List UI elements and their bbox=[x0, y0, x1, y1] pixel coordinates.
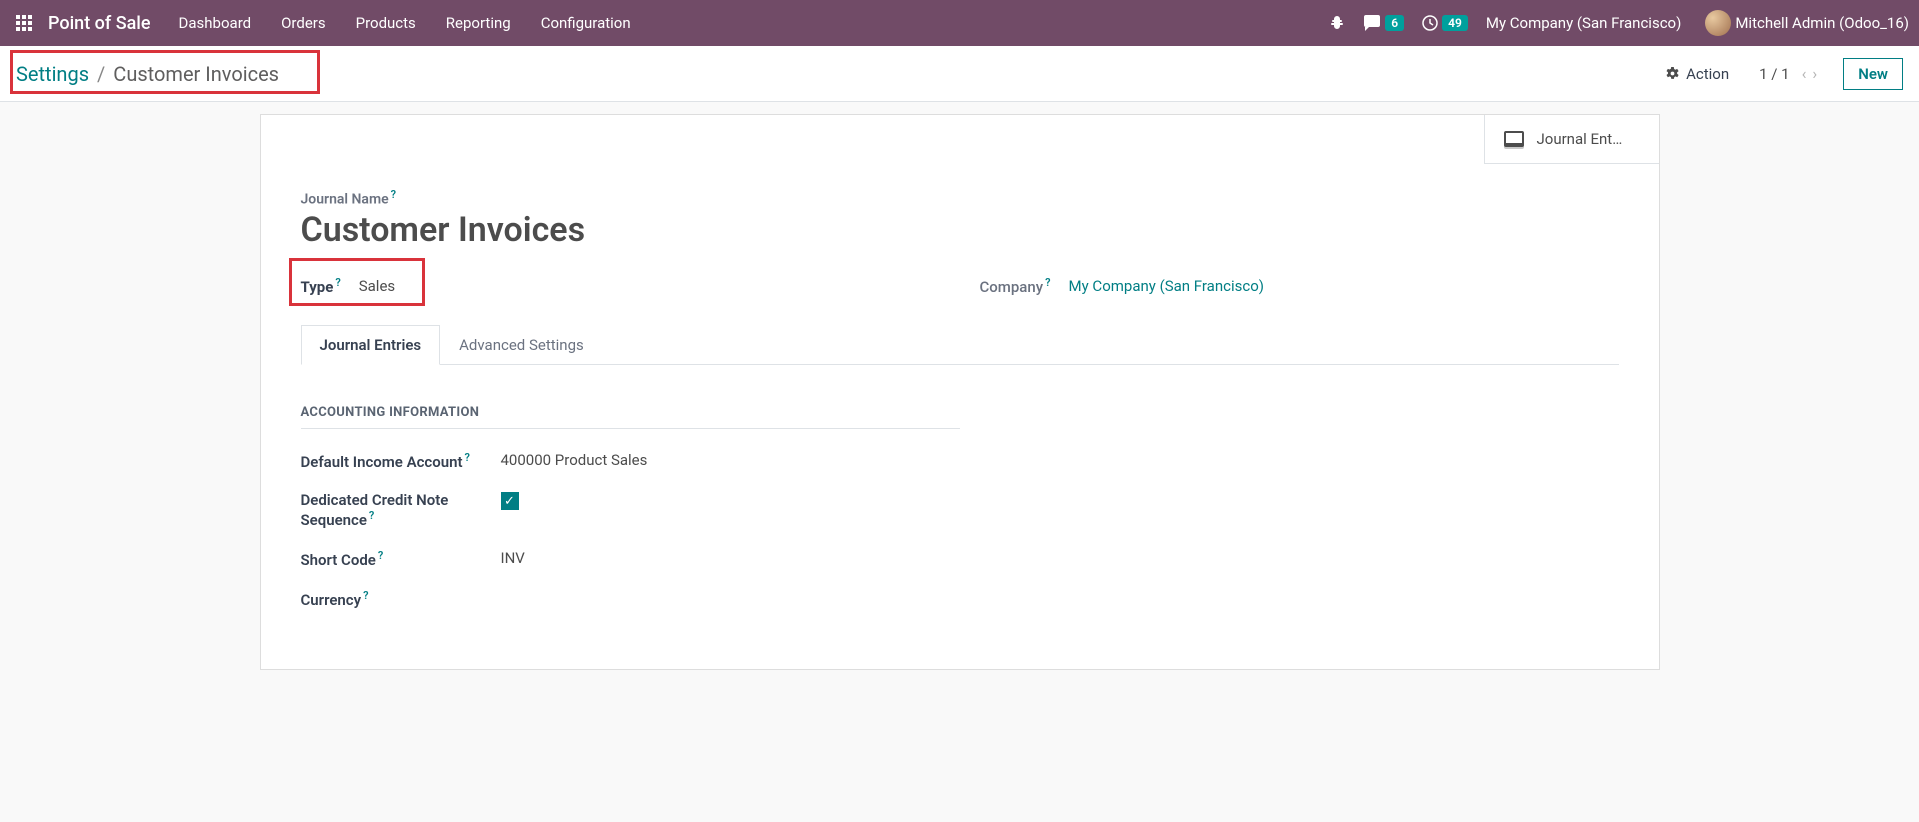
menu-orders[interactable]: Orders bbox=[281, 14, 326, 32]
menu-reporting[interactable]: Reporting bbox=[446, 14, 511, 32]
currency-row: Currency? bbox=[301, 589, 960, 609]
tab-journal-entries[interactable]: Journal Entries bbox=[301, 325, 441, 365]
help-icon[interactable]: ? bbox=[389, 188, 396, 201]
stat-button-label: Journal Ent… bbox=[1537, 130, 1623, 148]
activities-button[interactable]: 49 bbox=[1422, 15, 1468, 31]
pager-next[interactable]: › bbox=[1810, 64, 1819, 83]
company-value[interactable]: My Company (San Francisco) bbox=[1069, 277, 1264, 295]
pager-prev[interactable]: ‹ bbox=[1800, 64, 1809, 83]
default-income-label: Default Income Account? bbox=[301, 451, 501, 471]
gear-icon bbox=[1665, 66, 1680, 81]
sheet-header: Journal Ent… bbox=[261, 115, 1659, 164]
type-label: Type? bbox=[301, 276, 341, 296]
help-icon[interactable]: ? bbox=[361, 589, 368, 602]
default-income-account-row: Default Income Account? 400000 Product S… bbox=[301, 451, 960, 471]
form-sheet: Journal Ent… Journal Name? Customer Invo… bbox=[260, 114, 1660, 670]
dedicated-credit-row: Dedicated Credit Note Sequence? ✓ bbox=[301, 491, 960, 529]
app-brand[interactable]: Point of Sale bbox=[48, 13, 151, 34]
short-code-label: Short Code? bbox=[301, 549, 501, 569]
dedicated-credit-label: Dedicated Credit Note Sequence? bbox=[301, 491, 501, 529]
help-icon[interactable]: ? bbox=[376, 549, 383, 562]
user-menu[interactable]: Mitchell Admin (Odoo_16) bbox=[1699, 10, 1909, 36]
pager-value[interactable]: 1 / 1 bbox=[1759, 65, 1790, 83]
short-code-row: Short Code? INV bbox=[301, 549, 960, 569]
breadcrumb-current: Customer Invoices bbox=[113, 62, 279, 86]
menu-products[interactable]: Products bbox=[356, 14, 416, 32]
top-navbar: Point of Sale Dashboard Orders Products … bbox=[0, 0, 1919, 46]
breadcrumb: Settings / Customer Invoices bbox=[16, 62, 279, 86]
help-icon[interactable]: ? bbox=[1043, 276, 1050, 289]
default-income-value[interactable]: 400000 Product Sales bbox=[501, 451, 648, 471]
main-menu: Dashboard Orders Products Reporting Conf… bbox=[179, 14, 631, 32]
avatar bbox=[1705, 10, 1731, 36]
company-label: Company? bbox=[980, 276, 1051, 296]
control-panel: Settings / Customer Invoices Action 1 / … bbox=[0, 46, 1919, 102]
breadcrumb-parent[interactable]: Settings bbox=[16, 62, 89, 86]
help-icon[interactable]: ? bbox=[333, 276, 340, 289]
company-switcher[interactable]: My Company (San Francisco) bbox=[1486, 14, 1681, 32]
menu-dashboard[interactable]: Dashboard bbox=[179, 14, 252, 32]
journal-entries-stat-button[interactable]: Journal Ent… bbox=[1484, 115, 1659, 164]
activities-badge: 49 bbox=[1442, 15, 1468, 31]
messaging-badge: 6 bbox=[1385, 15, 1404, 31]
form-columns: Type? Sales Company? My Company (San Fra… bbox=[301, 276, 1619, 296]
navbar-right: 6 49 My Company (San Francisco) Mitchell… bbox=[1329, 10, 1909, 36]
menu-configuration[interactable]: Configuration bbox=[541, 14, 631, 32]
pager: 1 / 1 ‹ › bbox=[1759, 64, 1819, 83]
tabs: Journal Entries Advanced Settings bbox=[301, 324, 1619, 365]
currency-label: Currency? bbox=[301, 589, 501, 609]
journal-name-label: Journal Name? bbox=[301, 188, 1619, 208]
new-button[interactable]: New bbox=[1843, 58, 1903, 90]
apps-icon[interactable] bbox=[16, 15, 32, 31]
tab-content: ACCOUNTING INFORMATION Default Income Ac… bbox=[301, 365, 1619, 609]
action-button[interactable]: Action bbox=[1665, 65, 1729, 83]
bug-icon[interactable] bbox=[1329, 15, 1345, 31]
help-icon[interactable]: ? bbox=[463, 451, 470, 464]
dedicated-credit-value[interactable]: ✓ bbox=[501, 491, 519, 529]
short-code-value[interactable]: INV bbox=[501, 549, 525, 569]
company-field: Company? My Company (San Francisco) bbox=[980, 276, 1619, 296]
help-icon[interactable]: ? bbox=[367, 509, 374, 522]
breadcrumb-separator: / bbox=[97, 62, 105, 86]
book-icon bbox=[1503, 129, 1525, 149]
action-label: Action bbox=[1686, 65, 1729, 83]
type-field: Type? Sales bbox=[301, 276, 940, 296]
tab-advanced-settings[interactable]: Advanced Settings bbox=[440, 325, 603, 365]
content-scroll[interactable]: Journal Ent… Journal Name? Customer Invo… bbox=[0, 102, 1919, 822]
checkbox-checked-icon[interactable]: ✓ bbox=[501, 492, 519, 510]
sheet-body: Journal Name? Customer Invoices Type? Sa… bbox=[261, 164, 1659, 669]
section-accounting-title: ACCOUNTING INFORMATION bbox=[301, 405, 960, 429]
messaging-button[interactable]: 6 bbox=[1363, 15, 1404, 31]
type-value[interactable]: Sales bbox=[359, 277, 395, 295]
user-name: Mitchell Admin (Odoo_16) bbox=[1735, 14, 1909, 32]
page-title[interactable]: Customer Invoices bbox=[301, 210, 1619, 250]
